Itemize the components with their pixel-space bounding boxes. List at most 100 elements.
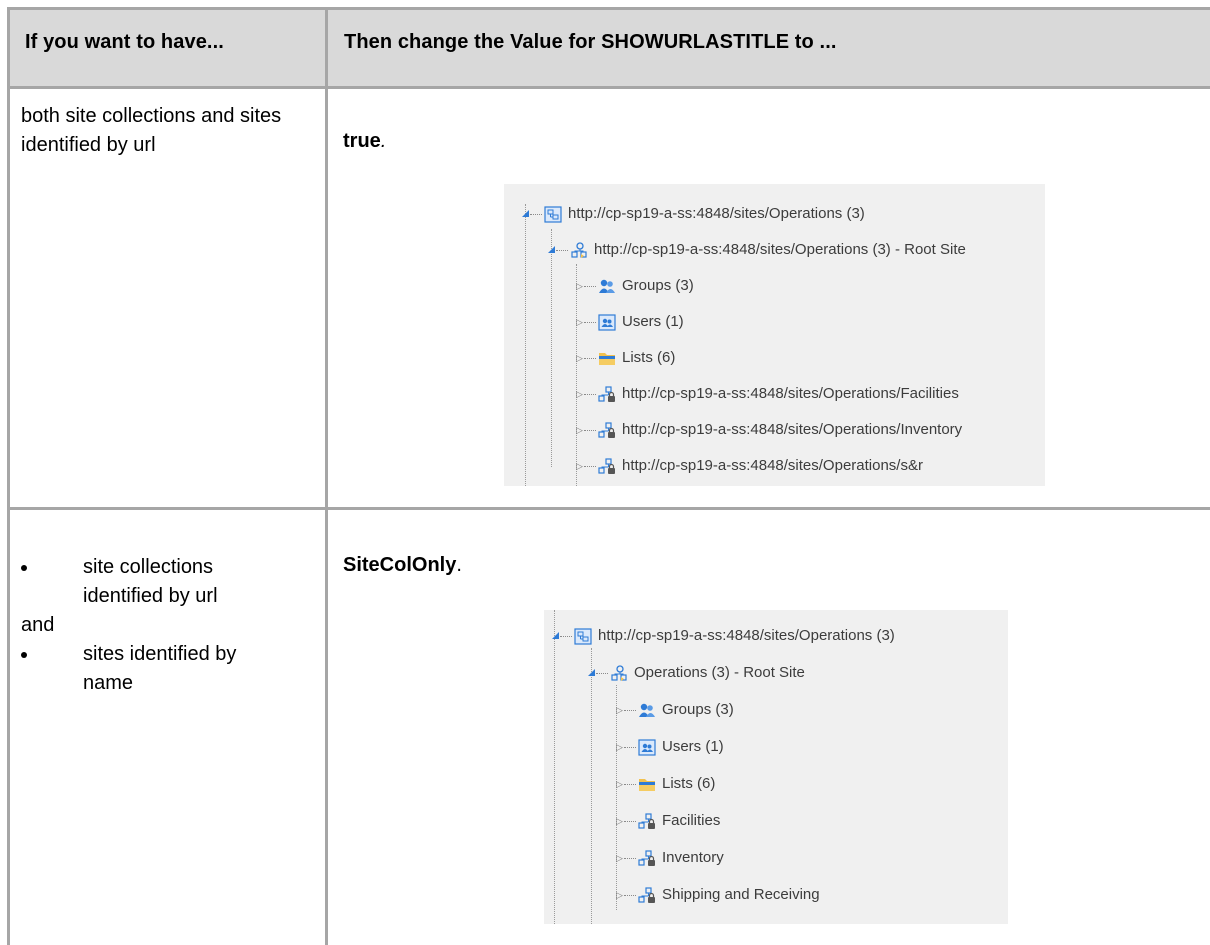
groups-icon — [598, 278, 616, 295]
expanded-arrow-icon[interactable] — [588, 669, 596, 677]
tree-connector — [624, 853, 638, 863]
collapsed-arrow-icon[interactable]: ▷ — [616, 811, 624, 831]
collapsed-arrow-icon[interactable]: ▷ — [616, 700, 624, 720]
site-collection-icon — [544, 206, 562, 223]
tree-connector — [584, 461, 598, 471]
row2-value-suffix: . — [456, 554, 462, 576]
row2-tree-screenshot: http://cp-sp19-a-ss:4848/sites/Operation… — [544, 610, 1008, 924]
tree-node[interactable]: ▷ http://cp-sp19-a-ss:4848/sites/Operatio… — [576, 384, 959, 404]
tree-node-label: Lists (6) — [662, 775, 716, 793]
tree-node[interactable]: http://cp-sp19-a-ss:4848/sites/Operation… — [552, 626, 895, 646]
row2-value-bold: SiteColOnly — [343, 554, 457, 576]
tree-connector — [530, 209, 544, 219]
tree-node-label: http://cp-sp19-a-ss:4848/sites/Operation… — [594, 241, 966, 259]
collapsed-arrow-icon[interactable]: ▷ — [576, 276, 584, 296]
expanded-arrow-icon[interactable] — [548, 246, 556, 254]
tree-connector — [596, 668, 610, 678]
tree-node[interactable]: ▷ Users (1) — [576, 312, 684, 332]
tree-rail — [554, 610, 555, 924]
tree-node[interactable]: ▷ http://cp-sp19-a-ss:4848/sites/Operatio… — [576, 420, 962, 440]
subsite-icon — [598, 458, 616, 475]
row2-bullet-sites: sites identified by name — [21, 640, 321, 700]
tree-node[interactable]: http://cp-sp19-a-ss:4848/sites/Operation… — [522, 204, 865, 224]
row1-value: true. — [343, 127, 386, 156]
collapsed-arrow-icon[interactable]: ▷ — [576, 312, 584, 332]
lists-folder-icon — [598, 350, 616, 367]
collapsed-arrow-icon[interactable]: ▷ — [576, 456, 584, 476]
tree-node-label: http://cp-sp19-a-ss:4848/sites/Operation… — [598, 627, 895, 645]
tree-rail — [525, 204, 526, 486]
tree-node[interactable]: ▷ Lists (6) — [576, 348, 675, 368]
header-value: Then change the Value for SHOWURLASTITLE… — [344, 31, 837, 53]
expanded-arrow-icon[interactable] — [552, 632, 560, 640]
tree-rail — [576, 264, 577, 486]
users-icon — [638, 739, 656, 756]
tree-node[interactable]: ▷ Lists (6) — [616, 774, 715, 794]
tree-node-label: Users (1) — [622, 313, 684, 331]
tree-node[interactable]: ▷ Groups (3) — [616, 700, 734, 720]
tree-rail — [591, 648, 592, 924]
subsite-icon — [598, 386, 616, 403]
row1-value-suffix: . — [380, 130, 387, 152]
tree-node-label: Users (1) — [662, 738, 724, 756]
site-collection-icon — [574, 628, 592, 645]
bullet-text: site collections identified by url — [83, 556, 218, 607]
tree-node-label: http://cp-sp19-a-ss:4848/sites/Operation… — [622, 385, 959, 403]
subsite-icon — [598, 422, 616, 439]
tree-connector — [584, 425, 598, 435]
tree-node[interactable]: Operations (3) - Root Site — [588, 663, 805, 683]
tree-node-label: http://cp-sp19-a-ss:4848/sites/Operation… — [568, 205, 865, 223]
tree-node[interactable]: ▷ Inventory — [616, 848, 724, 868]
collapsed-arrow-icon[interactable]: ▷ — [576, 348, 584, 368]
collapsed-arrow-icon[interactable]: ▷ — [616, 885, 624, 905]
tree-node-label: Lists (6) — [622, 349, 676, 367]
tree-connector — [584, 317, 598, 327]
root-site-icon — [570, 242, 588, 259]
tree-node[interactable]: ▷ Users (1) — [616, 737, 724, 757]
tree-connector — [556, 245, 570, 255]
tree-node[interactable]: ▷ Shipping and Receiving — [616, 885, 820, 905]
collapsed-arrow-icon[interactable]: ▷ — [616, 774, 624, 794]
collapsed-arrow-icon[interactable]: ▷ — [576, 384, 584, 404]
tree-connector — [624, 705, 638, 715]
row2-value: SiteColOnly. — [343, 551, 462, 580]
settings-table: If you want to have... Then change the V… — [7, 7, 1210, 945]
collapsed-arrow-icon[interactable]: ▷ — [616, 848, 624, 868]
groups-icon — [638, 702, 656, 719]
grid-line — [7, 7, 10, 945]
tree-node[interactable]: ▷ Groups (3) — [576, 276, 694, 296]
bullet-dot — [21, 652, 27, 658]
tree-node-label: http://cp-sp19-a-ss:4848/sites/Operation… — [622, 457, 923, 475]
tree-node[interactable]: ▷ Facilities — [616, 811, 720, 831]
grid-line — [325, 7, 328, 945]
subsite-icon — [638, 850, 656, 867]
header-condition: If you want to have... — [25, 31, 224, 53]
tree-rail — [551, 229, 552, 467]
tree-connector — [624, 890, 638, 900]
grid-line — [7, 7, 1210, 10]
tree-connector — [584, 281, 598, 291]
users-icon — [598, 314, 616, 331]
collapsed-arrow-icon[interactable]: ▷ — [616, 737, 624, 757]
expanded-arrow-icon[interactable] — [522, 210, 530, 218]
grid-line — [7, 86, 1210, 89]
lists-folder-icon — [638, 776, 656, 793]
row1-condition: both site collections and sites identifi… — [21, 105, 282, 156]
row2-and-text: and — [21, 614, 55, 636]
tree-connector — [584, 353, 598, 363]
tree-node[interactable]: http://cp-sp19-a-ss:4848/sites/Operation… — [548, 240, 966, 260]
tree-connector — [624, 779, 638, 789]
tree-node-label: Shipping and Receiving — [662, 886, 820, 904]
subsite-icon — [638, 813, 656, 830]
collapsed-arrow-icon[interactable]: ▷ — [576, 420, 584, 440]
tree-node-label: Inventory — [662, 849, 724, 867]
row1-value-bold: true — [343, 130, 381, 152]
root-site-icon — [610, 665, 628, 682]
bullet-text: sites identified by name — [83, 643, 237, 694]
tree-connector — [624, 816, 638, 826]
tree-connector — [584, 389, 598, 399]
subsite-icon — [638, 887, 656, 904]
tree-node-label: Groups (3) — [622, 277, 694, 295]
tree-node[interactable]: ▷ http://cp-sp19-a-ss:4848/sites/Operatio… — [576, 456, 923, 476]
tree-node-label: Operations (3) - Root Site — [634, 664, 805, 682]
